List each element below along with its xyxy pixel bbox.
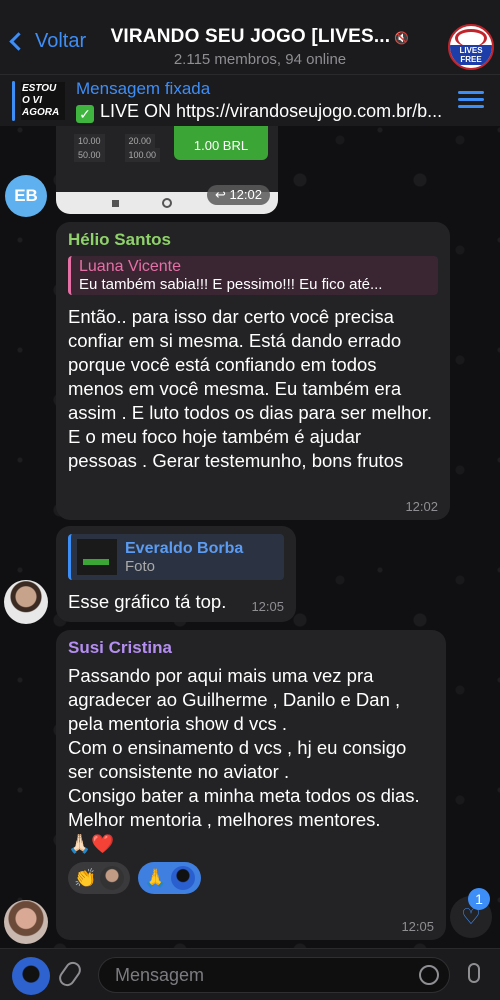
reaction-emoji: 🙏 bbox=[144, 867, 167, 888]
message-emoji: 🙏🏻❤️ bbox=[68, 833, 115, 854]
attach-icon[interactable] bbox=[55, 958, 85, 990]
pinned-text: ✓ LIVE ON https://virandoseujogo.com.br/b… bbox=[76, 101, 461, 123]
circle-icon bbox=[162, 198, 172, 208]
reaction-pray[interactable]: 🙏 bbox=[138, 862, 201, 894]
chat-title-text: VIRANDO SEU JOGO [LIVES... bbox=[110, 26, 391, 47]
reply-photo-thumbnail bbox=[77, 539, 117, 575]
chevron-left-icon bbox=[9, 32, 28, 51]
chat-header: Voltar VIRANDO SEU JOGO [LIVES... 🔇 2.115… bbox=[0, 0, 500, 74]
pinned-list-icon[interactable] bbox=[458, 91, 484, 113]
screenshot-image: 10.00 20.00 50.00 100.00 1.00 BRL bbox=[56, 126, 278, 192]
reactions-row: 👏 🙏 bbox=[68, 862, 434, 894]
message-bubble[interactable]: Susi Cristina Passando por aqui mais uma… bbox=[56, 630, 446, 940]
message-time: ↩ 12:02 bbox=[206, 185, 270, 205]
chat-subtitle: 2.115 membros, 94 online bbox=[173, 51, 347, 68]
reply-preview[interactable]: Luana Vicente Eu também sabia!!! E pessi… bbox=[68, 256, 438, 295]
reply-text: Eu também sabia!!! E pessimo!!! Eu fico … bbox=[79, 276, 383, 293]
unread-badge: 1 bbox=[468, 888, 490, 910]
mute-icon: 🔇 bbox=[394, 31, 410, 45]
pinned-text-value: LIVE ON https://virandoseujogo.com.br/b.… bbox=[100, 101, 443, 121]
sticker-icon[interactable] bbox=[419, 965, 439, 985]
reply-preview[interactable]: Everaldo Borba Foto bbox=[68, 534, 284, 580]
avatar[interactable] bbox=[4, 900, 48, 944]
composer-bar: Mensagem bbox=[0, 948, 500, 1000]
group-avatar[interactable]: LIVES FREE bbox=[448, 24, 494, 70]
image-time-value: 12:02 bbox=[229, 187, 262, 202]
avatar[interactable] bbox=[4, 580, 48, 624]
back-label: Voltar bbox=[35, 30, 87, 52]
send-as-avatar[interactable] bbox=[12, 957, 50, 995]
microphone-icon[interactable] bbox=[468, 963, 480, 983]
message-input-placeholder: Mensagem bbox=[115, 965, 205, 985]
pinned-label: Mensagem fixada bbox=[76, 79, 211, 98]
message-bubble[interactable]: Everaldo Borba Foto Esse gráfico tá top.… bbox=[56, 526, 296, 622]
reaction-emoji: 👏 bbox=[74, 867, 97, 888]
message-time: 12:05 bbox=[401, 919, 434, 934]
amount-1: 10.00 bbox=[74, 134, 105, 148]
pinned-indicator bbox=[12, 81, 15, 121]
chat-title-area[interactable]: VIRANDO SEU JOGO [LIVES... 🔇 2.115 membro… bbox=[100, 26, 420, 68]
message-bubble[interactable]: Hélio Santos Luana Vicente Eu também sab… bbox=[56, 222, 450, 520]
message-text: Então.. para isso dar certo você precisa… bbox=[68, 306, 433, 471]
reaction-clap[interactable]: 👏 bbox=[68, 862, 131, 894]
reply-text: Foto bbox=[125, 557, 156, 575]
check-mark-icon: ✓ bbox=[76, 105, 94, 123]
amount-2: 20.00 bbox=[124, 134, 156, 148]
chat-title: VIRANDO SEU JOGO [LIVES... 🔇 bbox=[100, 26, 420, 48]
amount-3: 50.00 bbox=[74, 148, 105, 162]
amount-4: 100.00 bbox=[124, 148, 161, 162]
square-icon bbox=[112, 200, 119, 207]
reply-sender: Luana Vicente bbox=[79, 258, 182, 275]
message-time: 12:05 bbox=[251, 599, 284, 614]
message-input[interactable]: Mensagem bbox=[98, 957, 450, 993]
image-message[interactable]: 10.00 20.00 50.00 100.00 1.00 BRL ↩ 12:02 bbox=[56, 126, 278, 214]
sender-name[interactable]: Hélio Santos bbox=[68, 230, 438, 250]
pinned-thumbnail: ESTOU O VI AGORA bbox=[21, 82, 65, 120]
pinned-message-bar[interactable]: ESTOU O VI AGORA Mensagem fixada ✓ LIVE O… bbox=[0, 74, 500, 126]
reactor-avatar bbox=[100, 866, 125, 890]
message-text: Passando por aqui mais uma vez pra agrad… bbox=[68, 665, 420, 830]
back-button[interactable]: Voltar bbox=[8, 30, 86, 53]
sender-name[interactable]: Susi Cristina bbox=[68, 638, 434, 658]
group-avatar-label: LIVES FREE bbox=[450, 45, 492, 65]
bet-button-image: 1.00 BRL bbox=[174, 126, 268, 160]
avatar[interactable]: EB bbox=[5, 175, 47, 217]
reply-arrow-icon: ↩ bbox=[214, 187, 230, 202]
bet-amounts: 10.00 20.00 50.00 100.00 bbox=[74, 134, 161, 162]
reactor-avatar bbox=[170, 866, 195, 890]
reply-sender: Everaldo Borba bbox=[125, 539, 244, 557]
message-time: 12:02 bbox=[405, 499, 438, 514]
